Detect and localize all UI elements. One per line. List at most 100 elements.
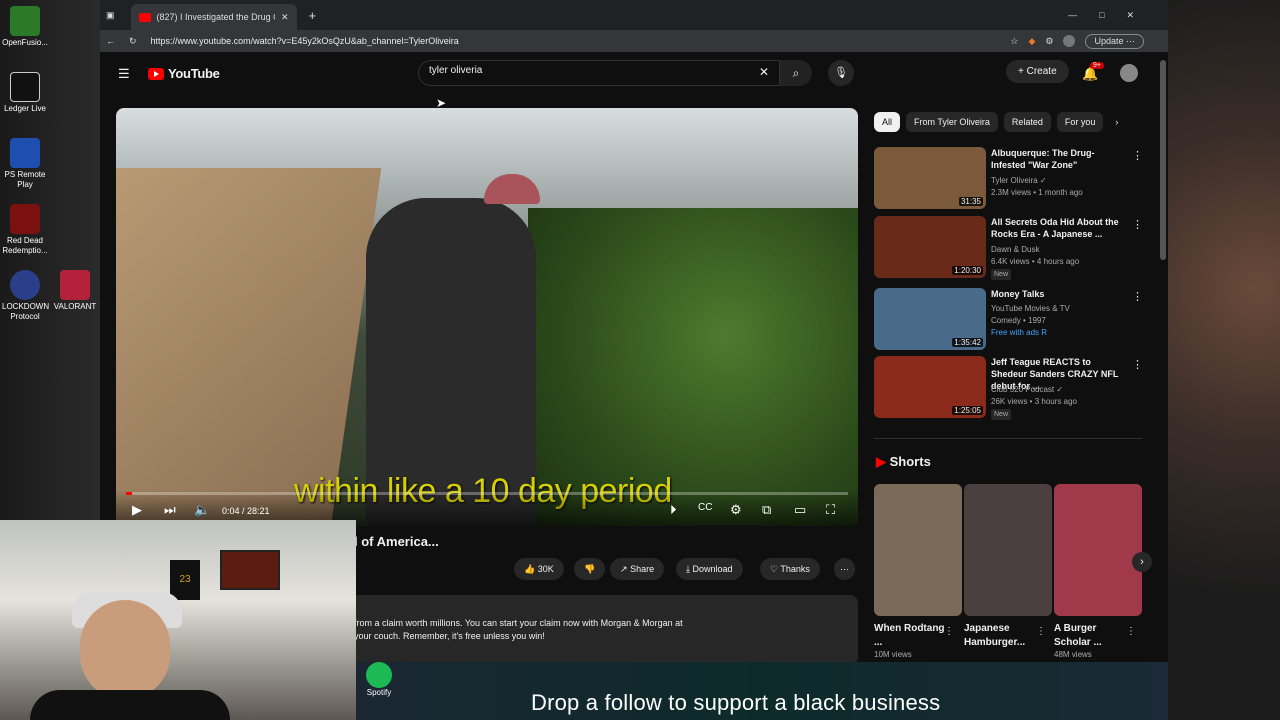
- more-vertical-icon[interactable]: ⋮: [1132, 290, 1143, 303]
- chevron-right-icon[interactable]: ›: [1109, 112, 1124, 132]
- browser-tab[interactable]: (827) I Investigated the Drug Ov... ✕: [130, 4, 297, 30]
- more-vertical-icon[interactable]: ⋮: [1132, 149, 1143, 162]
- desktop-icon-ledger-live[interactable]: Ledger Live: [2, 72, 48, 114]
- recommendation-item[interactable]: 1:25:05 Jeff Teague REACTS to Shedeur Sa…: [874, 356, 1144, 420]
- recommendation-item[interactable]: 1:35:42 Money Talks YouTube Movies & TV …: [874, 288, 1144, 352]
- more-vertical-icon[interactable]: ⋮: [1126, 626, 1136, 637]
- video-thumbnail[interactable]: 1:20:30: [874, 216, 986, 278]
- desktop-icon-label: VALORANT: [53, 302, 97, 311]
- video-thumbnail[interactable]: 31:35: [874, 147, 986, 209]
- description-line: your couch. Remember, it's free unless y…: [354, 631, 545, 641]
- shorts-heading-label: Shorts: [889, 454, 931, 469]
- create-button[interactable]: + Create: [1006, 60, 1069, 83]
- reload-icon[interactable]: ↻: [129, 36, 137, 47]
- back-icon[interactable]: ←: [106, 36, 115, 46]
- desktop-icon-label: Red Dead Redemptio...: [2, 236, 48, 255]
- volume-icon[interactable]: 🔈: [194, 502, 210, 518]
- theater-mode-icon[interactable]: ▭: [794, 502, 806, 518]
- more-vertical-icon[interactable]: ⋮: [1036, 626, 1046, 637]
- video-thumbnail[interactable]: 1:35:42: [874, 288, 986, 350]
- new-tab-icon[interactable]: +: [309, 8, 317, 23]
- desktop-icon-label: OpenFusio...: [2, 38, 48, 47]
- rec-channel[interactable]: Dawn & Dusk: [991, 244, 1039, 255]
- progress-bar[interactable]: [126, 492, 848, 495]
- share-icon: ↗: [620, 564, 628, 574]
- chip-all[interactable]: All: [874, 112, 901, 132]
- progress-fill: [126, 492, 132, 495]
- hamburger-menu-icon[interactable]: ☰: [118, 66, 130, 82]
- chip-related[interactable]: Related: [1003, 112, 1051, 132]
- rec-title[interactable]: All Secrets Oda Hid About the Rocks Era …: [991, 216, 1125, 240]
- more-vertical-icon[interactable]: ⋮: [1132, 218, 1143, 231]
- autoplay-toggle-icon[interactable]: ⏵: [670, 502, 677, 518]
- rec-title[interactable]: Money Talks: [991, 288, 1125, 300]
- ps-remote-play-icon: [10, 138, 40, 168]
- next-icon[interactable]: ⏭: [164, 502, 176, 518]
- voice-search-button[interactable]: 🎙: [828, 60, 854, 86]
- desktop-icon-ps-remote-play[interactable]: PS Remote Play: [2, 138, 48, 190]
- recommendation-item[interactable]: 1:20:30 All Secrets Oda Hid About the Ro…: [874, 216, 1144, 280]
- rec-meta: 6.4K views • 4 hours ago: [991, 257, 1080, 266]
- desktop-icon-red-dead[interactable]: Red Dead Redemptio...: [2, 204, 48, 256]
- miniplayer-icon[interactable]: ⧉: [762, 502, 771, 518]
- captions-icon[interactable]: CC: [698, 502, 712, 513]
- webcam-streamer-body: [30, 690, 230, 720]
- short-title[interactable]: A Burger Scholar ...: [1054, 622, 1134, 650]
- short-thumbnail[interactable]: [1054, 484, 1142, 616]
- desktop-icon-openfusion[interactable]: OpenFusio...: [2, 6, 48, 48]
- profile-avatar[interactable]: [1063, 35, 1076, 47]
- fullscreen-icon[interactable]: ⛶: [826, 502, 835, 518]
- free-with-ads-badge: Free with ads R: [991, 328, 1048, 337]
- more-vertical-icon[interactable]: ⋮: [1132, 358, 1143, 371]
- rec-channel[interactable]: Club 520 Podcast ✓: [991, 384, 1063, 395]
- tab-bar: ▣ (827) I Investigated the Drug Ov... ✕ …: [100, 0, 1168, 30]
- more-vertical-icon[interactable]: ⋮: [944, 626, 954, 637]
- page-scrollbar[interactable]: [1160, 60, 1166, 260]
- short-thumbnail[interactable]: [874, 484, 962, 616]
- like-button[interactable]: 👍 30K: [514, 558, 564, 580]
- rec-title[interactable]: Albuquerque: The Drug-Infested "War Zone…: [991, 147, 1125, 171]
- search-input[interactable]: tyler oliveria ✕: [418, 60, 780, 86]
- short-title[interactable]: Japanese Hamburger...: [964, 622, 1044, 650]
- update-button[interactable]: Update ⋯: [1085, 33, 1144, 49]
- settings-icon[interactable]: ⚙: [730, 502, 742, 518]
- share-button[interactable]: ↗ Share: [610, 558, 665, 580]
- tab-actions-icon[interactable]: ▣: [106, 10, 115, 21]
- video-thumbnail[interactable]: 1:25:05: [874, 356, 986, 418]
- more-actions-button[interactable]: ⋯: [834, 558, 855, 580]
- video-player[interactable]: within like a 10 day period ▶ ⏭ 🔈 0:04 /…: [116, 108, 858, 526]
- duration-badge: 1:25:05: [952, 406, 983, 415]
- thanks-button[interactable]: ♡ Thanks: [760, 558, 820, 580]
- thanks-label: Thanks: [780, 564, 810, 574]
- tab-close-icon[interactable]: ✕: [281, 12, 289, 23]
- shorts-next-chevron-icon[interactable]: ›: [1132, 552, 1152, 572]
- duration-badge: 1:20:30: [952, 266, 983, 275]
- short-thumbnail[interactable]: [964, 484, 1052, 616]
- mouse-cursor-icon: ➤: [436, 96, 447, 110]
- short-title[interactable]: When Rodtang ...: [874, 622, 954, 650]
- settings-gear-icon[interactable]: ⚙: [1045, 36, 1053, 47]
- rec-channel[interactable]: YouTube Movies & TV: [991, 303, 1070, 314]
- download-button[interactable]: ⤓ Download: [676, 558, 743, 580]
- url-field[interactable]: https://www.youtube.com/watch?v=E45y2kOs…: [151, 36, 1011, 46]
- chip-for-you[interactable]: For you: [1056, 112, 1104, 132]
- desktop-icon-valorant[interactable]: VALORANT: [52, 270, 98, 312]
- divider: [874, 438, 1142, 439]
- clear-search-icon[interactable]: ✕: [759, 65, 769, 79]
- thanks-icon: ♡: [770, 564, 779, 574]
- youtube-logo[interactable]: YouTube: [148, 66, 220, 81]
- account-avatar[interactable]: [1120, 64, 1138, 82]
- dislike-button[interactable]: 👎: [574, 558, 606, 580]
- extension-icon[interactable]: ◆: [1028, 36, 1035, 47]
- recommendation-item[interactable]: 31:35 Albuquerque: The Drug-Infested "Wa…: [874, 147, 1144, 211]
- youtube-logo-icon: [148, 67, 164, 80]
- chip-from-tyler-oliveira[interactable]: From Tyler Oliveira: [906, 112, 998, 132]
- desktop-icon-label: LOCKDOWN Protocol: [2, 302, 50, 321]
- rec-channel[interactable]: Tyler Oliveira ✓: [991, 175, 1047, 186]
- search-button[interactable]: ⌕: [780, 60, 812, 86]
- desktop-icon-lockdown[interactable]: LOCKDOWN Protocol: [2, 270, 50, 322]
- play-icon[interactable]: ▶: [132, 502, 142, 518]
- share-label: Share: [630, 564, 655, 574]
- favorite-star-icon[interactable]: ☆: [1010, 36, 1018, 47]
- window-controls[interactable]: —□✕: [1068, 10, 1156, 21]
